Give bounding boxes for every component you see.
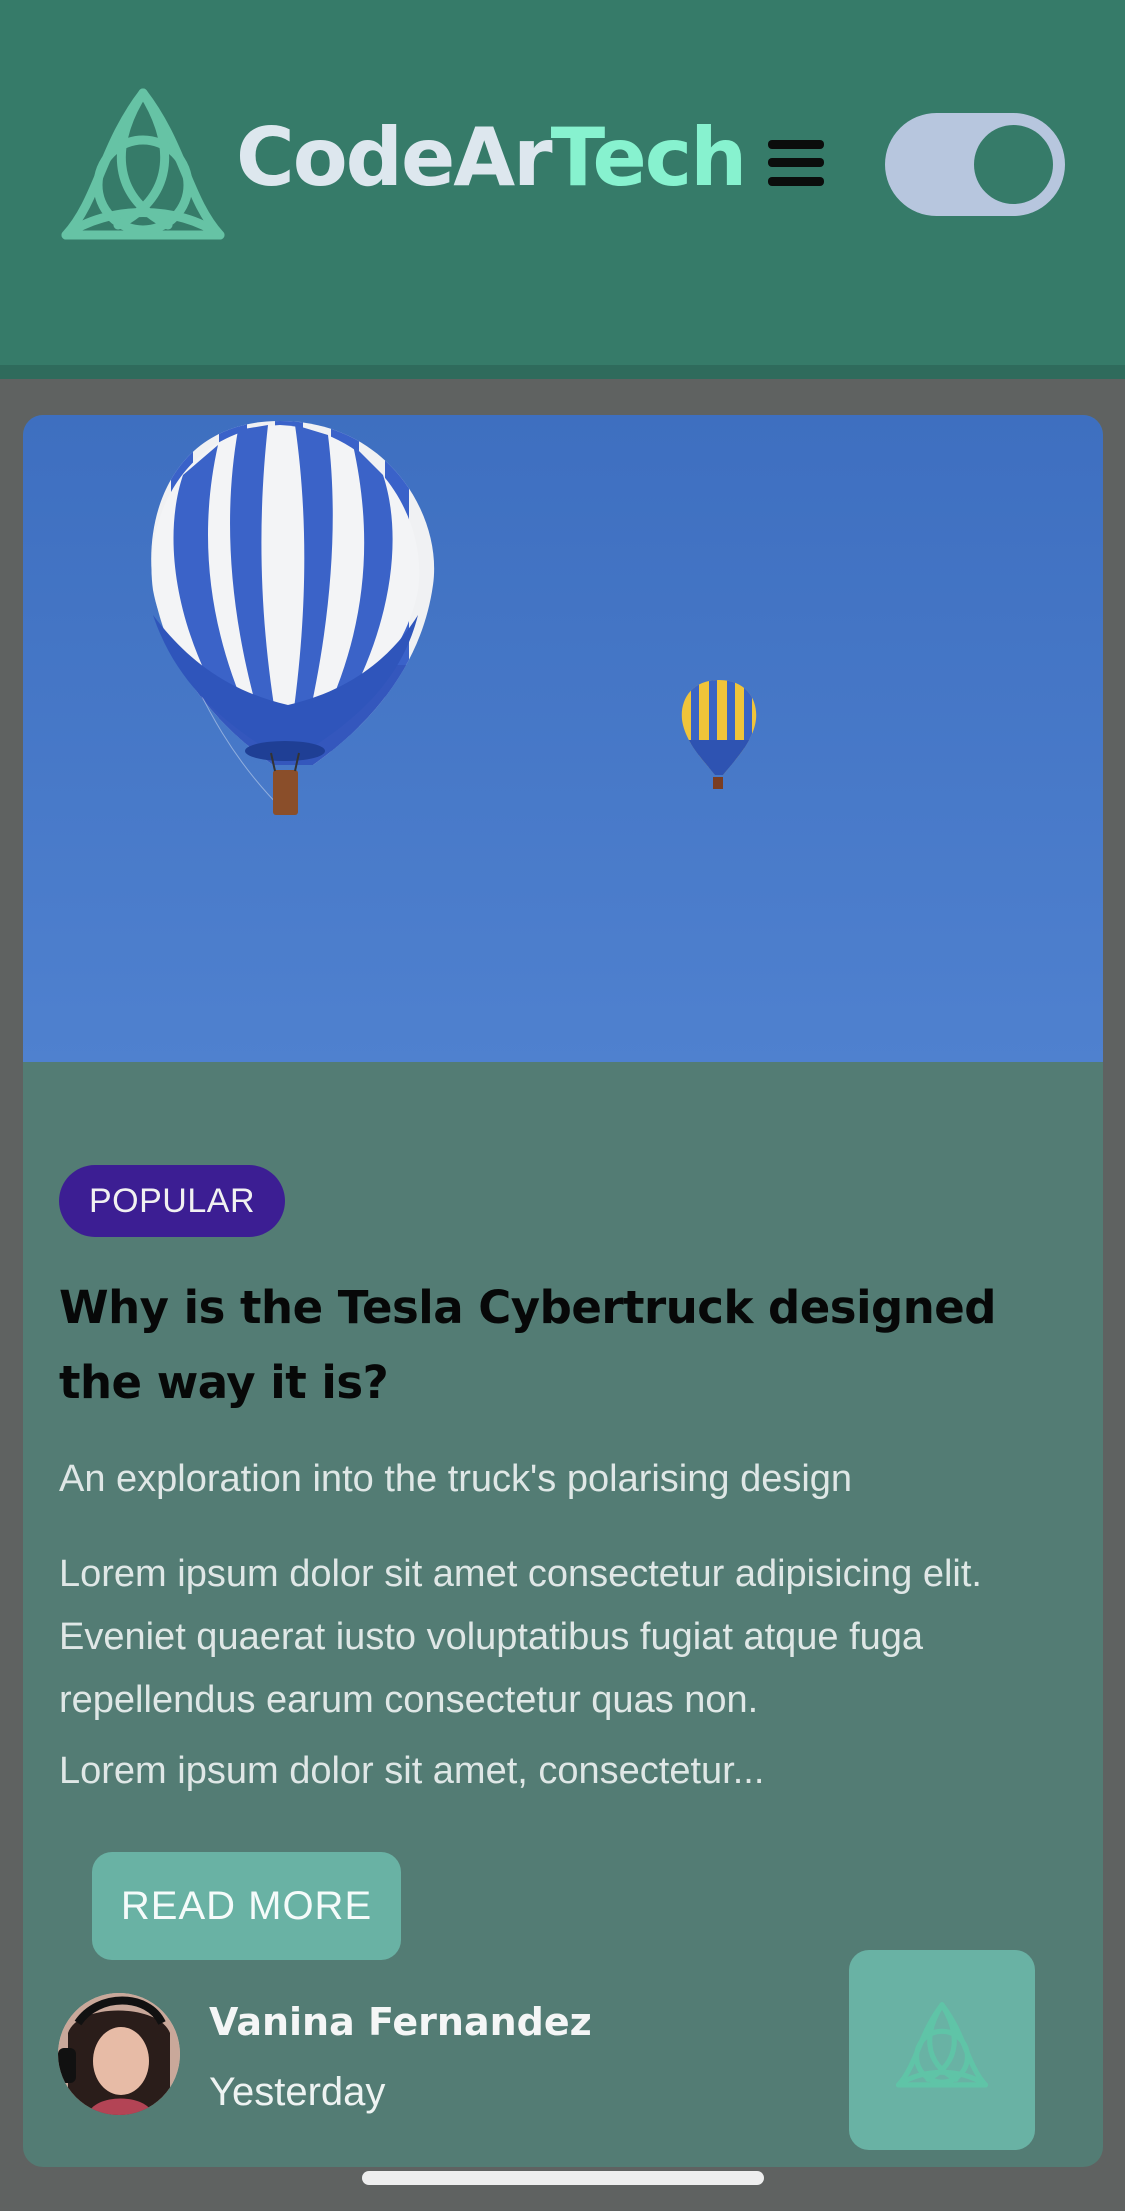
hot-air-balloons-image [23,415,1103,1062]
home-indicator[interactable] [362,2171,764,2185]
article-subtitle: An exploration into the truck's polarisi… [59,1458,853,1500]
triquetra-icon [895,2002,989,2088]
hamburger-menu-icon[interactable] [768,140,824,186]
popular-badge: POPULAR [59,1165,285,1237]
toggle-knob [974,125,1053,204]
author-avatar[interactable] [58,1993,180,2115]
triquetra-logo-icon[interactable] [58,85,228,247]
post-date: Yesterday [209,2070,386,2114]
top-app-bar: CodeArTech [0,0,1125,365]
author-name[interactable]: Vanina Fernandez [209,2000,592,2044]
theme-toggle[interactable] [885,113,1065,216]
brand-name-part1: CodeAr [236,111,553,204]
brand-name-part2: Tech [550,111,748,204]
article-card: POPULAR Why is the Tesla Cybertruck desi… [23,415,1103,2167]
read-more-button[interactable]: READ MORE [92,1852,401,1960]
article-body: Lorem ipsum dolor sit amet consectetur a… [59,1553,982,1721]
brand-name[interactable]: CodeArTech [236,118,747,198]
floating-logo-button[interactable] [849,1950,1035,2150]
article-excerpt: Lorem ipsum dolor sit amet, consectetur.… [59,1750,765,1792]
article-title[interactable]: Why is the Tesla Cybertruck designed the… [59,1270,1069,1420]
